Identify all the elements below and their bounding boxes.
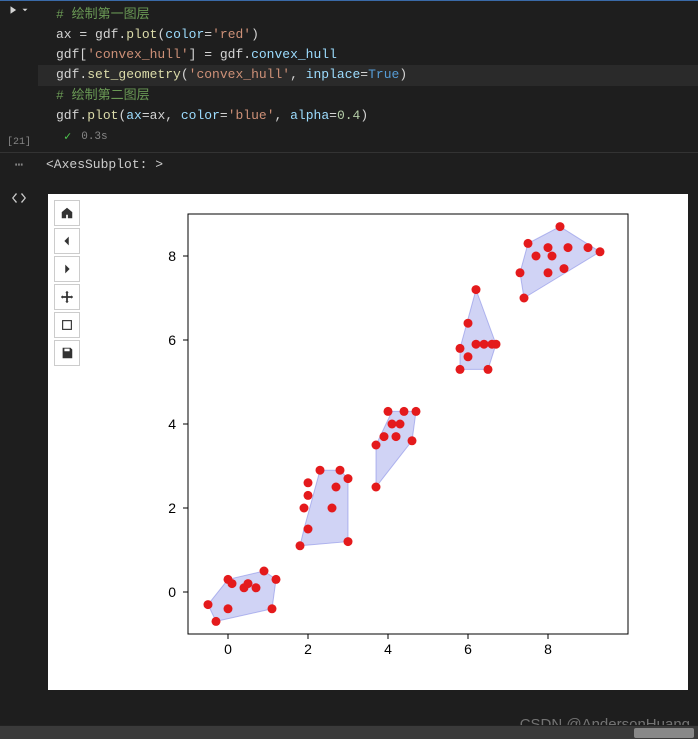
scatter-plot: 0 2 4 6 8 0 2 4 6 8 [118,194,678,684]
check-icon: ✓ [64,128,71,147]
svg-text:6: 6 [168,332,176,348]
output-side-tools [0,190,38,210]
svg-text:4: 4 [168,416,176,432]
back-button[interactable] [54,228,80,254]
cell-gutter: [21] [0,1,38,152]
svg-text:6: 6 [464,641,472,657]
more-icon[interactable]: ⋯ [15,157,23,176]
home-button[interactable] [54,200,80,226]
code-comment: # 绘制第二图层 [56,88,150,103]
execution-status: ✓ 0.3s [56,126,690,149]
code-comment: # 绘制第一图层 [56,7,150,22]
svg-text:8: 8 [544,641,552,657]
code-icon[interactable] [11,190,27,210]
svg-text:2: 2 [168,500,176,516]
svg-text:4: 4 [384,641,392,657]
pan-button[interactable] [54,284,80,310]
run-cell-button[interactable] [8,5,30,15]
svg-text:8: 8 [168,248,176,264]
svg-text:2: 2 [304,641,312,657]
code-editor[interactable]: # 绘制第一图层 ax = gdf.plot(color='red') gdf[… [38,1,698,152]
cell-execution-count: [21] [7,137,31,148]
code-cell: [21] # 绘制第一图层 ax = gdf.plot(color='red')… [0,0,698,152]
save-button[interactable] [54,340,80,366]
forward-button[interactable] [54,256,80,282]
plot-output: 0 2 4 6 8 0 2 4 6 8 [48,194,688,690]
plot-toolbar [54,200,80,366]
zoom-button[interactable] [54,312,80,338]
output-text: <AxesSubplot: > [38,153,698,176]
svg-text:0: 0 [224,641,232,657]
execution-time: 0.3s [81,129,107,146]
output-gutter: ⋯ [0,153,38,176]
horizontal-scrollbar[interactable] [0,725,698,739]
svg-text:0: 0 [168,584,176,600]
scrollbar-thumb[interactable] [634,728,694,738]
